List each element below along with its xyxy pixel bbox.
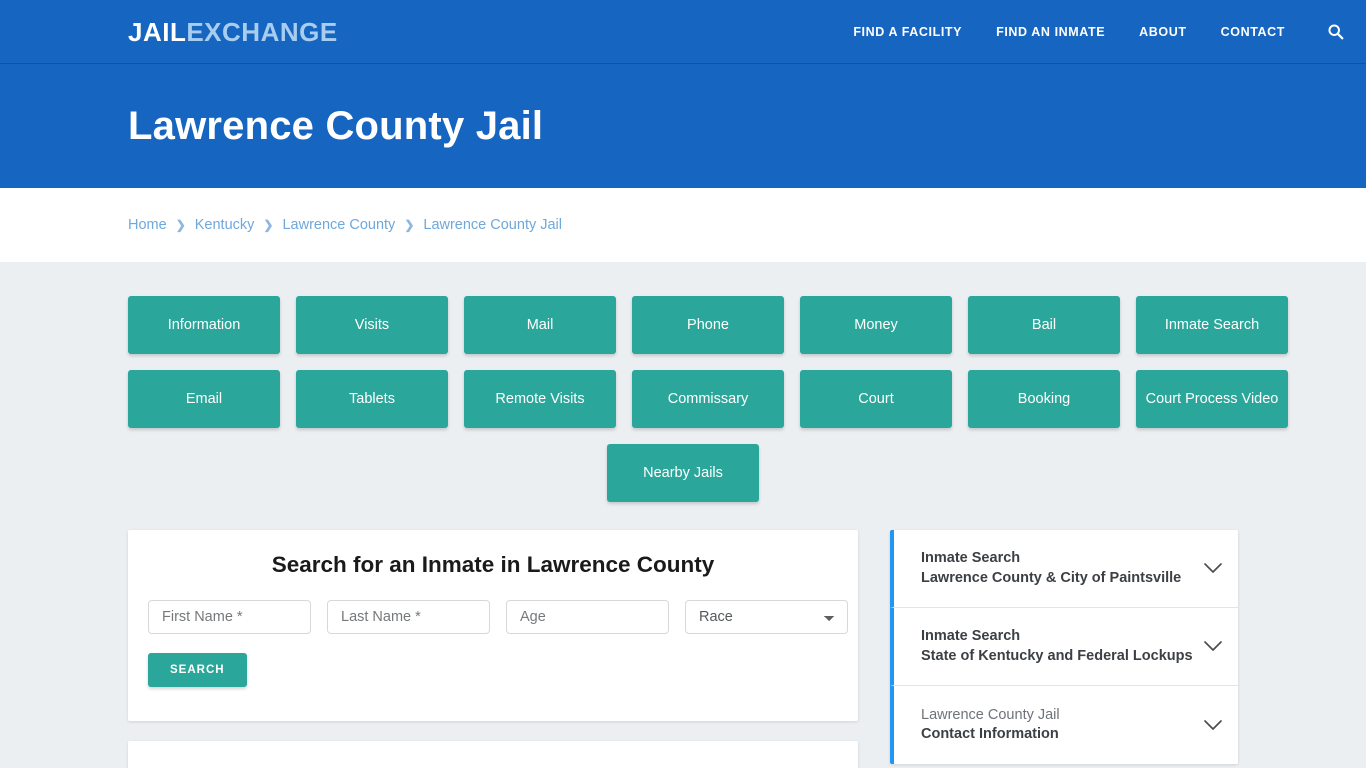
accordion-item-text: Lawrence County Jail Contact Information — [921, 706, 1194, 745]
facility-button-email[interactable]: Email — [128, 370, 280, 428]
facility-nav-row-1: Information Visits Mail Phone Money Bail… — [128, 296, 1288, 354]
accordion-item-subtitle: Lawrence County & City of Paintsville — [921, 569, 1182, 586]
nav-item-find-a-facility[interactable]: FIND A FACILITY — [853, 25, 962, 39]
breadcrumb-item-current: Lawrence County Jail — [423, 217, 563, 233]
chevron-right-icon: ❯ — [404, 218, 415, 232]
chevron-right-icon: ❯ — [175, 218, 186, 232]
accordion-item-title: Inmate Search — [921, 628, 1021, 645]
top-navbar: JAILEXCHANGE FIND A FACILITY FIND AN INM… — [0, 0, 1366, 64]
accordion-item-text: Inmate Search Lawrence County & City of … — [921, 549, 1194, 588]
facility-button-bail[interactable]: Bail — [968, 296, 1120, 354]
last-name-input[interactable] — [327, 600, 490, 634]
nav-item-about[interactable]: ABOUT — [1139, 25, 1186, 39]
content-columns: Search for an Inmate in Lawrence County … — [128, 530, 1238, 768]
page-body: Information Visits Mail Phone Money Bail… — [0, 262, 1366, 768]
search-submit-button[interactable]: SEARCH — [148, 653, 247, 687]
search-icon[interactable] — [1324, 21, 1346, 43]
facility-button-inmate-search[interactable]: Inmate Search — [1136, 296, 1288, 354]
nav-item-find-an-inmate[interactable]: FIND AN INMATE — [996, 25, 1105, 39]
page-hero: Lawrence County Jail — [0, 64, 1366, 188]
logo-text-exchange: EXCHANGE — [186, 16, 338, 47]
sidebar-accordion: Inmate Search Lawrence County & City of … — [890, 530, 1238, 764]
facility-nav-row-2: Email Tablets Remote Visits Commissary C… — [128, 370, 1288, 428]
facility-button-mail[interactable]: Mail — [464, 296, 616, 354]
accordion-item-text: Inmate Search State of Kentucky and Fede… — [921, 627, 1194, 666]
facility-button-tablets[interactable]: Tablets — [296, 370, 448, 428]
race-select[interactable]: Race — [685, 600, 848, 634]
chevron-right-icon: ❯ — [263, 218, 274, 232]
chevron-down-icon[interactable] — [1204, 719, 1222, 731]
facility-button-booking[interactable]: Booking — [968, 370, 1120, 428]
logo-text-jail: JAIL — [128, 16, 187, 47]
facility-button-information[interactable]: Information — [128, 296, 280, 354]
primary-nav: FIND A FACILITY FIND AN INMATE ABOUT CON… — [853, 21, 1346, 43]
accordion-item-title: Lawrence County Jail — [921, 706, 1060, 723]
accordion-item-contact-information[interactable]: Lawrence County Jail Contact Information — [890, 686, 1238, 764]
accordion-item-subtitle: Contact Information — [921, 726, 1059, 742]
breadcrumb: Home ❯ Kentucky ❯ Lawrence County ❯ Lawr… — [128, 217, 562, 233]
facility-nav-buttons: Information Visits Mail Phone Money Bail… — [128, 296, 1288, 502]
breadcrumb-item-lawrence-county[interactable]: Lawrence County — [282, 217, 395, 233]
accordion-item-inmate-search-county[interactable]: Inmate Search Lawrence County & City of … — [890, 530, 1238, 608]
facility-button-court-process-video[interactable]: Court Process Video — [1136, 370, 1288, 428]
inmate-search-fields: Race — [148, 600, 848, 634]
breadcrumb-item-home[interactable]: Home — [128, 217, 167, 233]
first-name-input[interactable] — [148, 600, 311, 634]
breadcrumb-item-kentucky[interactable]: Kentucky — [195, 217, 255, 233]
facility-button-visits[interactable]: Visits — [296, 296, 448, 354]
site-logo[interactable]: JAILEXCHANGE — [128, 19, 338, 45]
facility-nav-row-3: Nearby Jails — [128, 444, 1238, 502]
accordion-item-title: Inmate Search — [921, 550, 1021, 567]
accordion-item-inmate-search-state[interactable]: Inmate Search State of Kentucky and Fede… — [890, 608, 1238, 686]
inmate-search-heading: Search for an Inmate in Lawrence County — [271, 552, 715, 577]
age-input[interactable] — [506, 600, 669, 634]
inmate-search-card: Search for an Inmate in Lawrence County … — [128, 530, 858, 721]
facility-button-money[interactable]: Money — [800, 296, 952, 354]
page-title: Lawrence County Jail — [128, 103, 544, 148]
chevron-down-icon[interactable] — [1204, 641, 1222, 652]
facility-button-remote-visits[interactable]: Remote Visits — [464, 370, 616, 428]
nav-item-contact[interactable]: CONTACT — [1221, 25, 1285, 39]
main-column: Search for an Inmate in Lawrence County … — [128, 530, 858, 768]
jail-information-card: Lawrence County Jail Information — [128, 741, 858, 768]
facility-button-phone[interactable]: Phone — [632, 296, 784, 354]
accordion-item-subtitle: State of Kentucky and Federal Lockups — [921, 647, 1193, 664]
facility-button-court[interactable]: Court — [800, 370, 952, 428]
breadcrumb-band: Home ❯ Kentucky ❯ Lawrence County ❯ Lawr… — [0, 188, 1366, 262]
sidebar-column: Inmate Search Lawrence County & City of … — [890, 530, 1238, 764]
facility-button-commissary[interactable]: Commissary — [632, 370, 784, 428]
chevron-down-icon[interactable] — [1204, 563, 1222, 574]
facility-button-nearby-jails[interactable]: Nearby Jails — [607, 444, 759, 502]
